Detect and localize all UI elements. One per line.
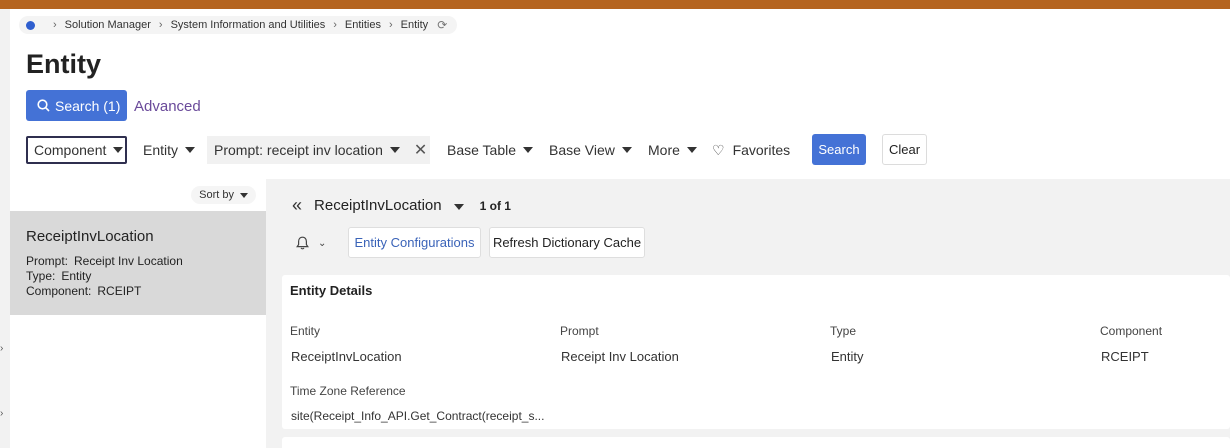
heart-icon: ♡ bbox=[712, 141, 725, 158]
prompt-value: Receipt Inv Location bbox=[74, 254, 183, 268]
chevron-right-icon[interactable]: › bbox=[0, 343, 3, 354]
chevron-down-icon bbox=[389, 147, 400, 153]
time-zone-reference-label: Time Zone Reference bbox=[290, 384, 406, 398]
list-item[interactable]: ReceiptInvLocation Prompt: Receipt Inv Lo… bbox=[10, 211, 266, 315]
entity-configurations-button[interactable]: Entity Configurations bbox=[348, 227, 481, 258]
component-value: RCEIPT bbox=[97, 284, 142, 298]
chevron-down-icon bbox=[621, 147, 632, 153]
sort-by-button[interactable]: Sort by bbox=[191, 186, 256, 204]
type-field-value: Entity bbox=[831, 349, 864, 364]
prompt-filter[interactable]: Prompt: receipt inv location ✕ bbox=[207, 136, 430, 164]
component-label: Component: bbox=[26, 284, 92, 298]
chevron-down-icon bbox=[686, 147, 697, 153]
more-filter[interactable]: More bbox=[648, 136, 697, 164]
entity-field-label: Entity bbox=[290, 324, 321, 338]
entity-filter[interactable]: Entity bbox=[143, 136, 196, 164]
card-title: Entity Details bbox=[290, 283, 373, 298]
refresh-dictionary-cache-button[interactable]: Refresh Dictionary Cache bbox=[489, 227, 645, 258]
sort-by-label: Sort by bbox=[199, 189, 234, 201]
chevron-right-icon: › bbox=[158, 19, 163, 31]
filter-bar: Component Entity Prompt: receipt inv loc… bbox=[26, 134, 927, 165]
notifications-button[interactable]: ⌄ bbox=[296, 236, 326, 250]
prompt-field-label: Prompt bbox=[560, 324, 599, 338]
double-chevron-left-icon[interactable]: « bbox=[292, 195, 302, 216]
favorites-label: Favorites bbox=[732, 142, 791, 158]
breadcrumb-item[interactable]: Entities bbox=[345, 19, 381, 31]
type-value: Entity bbox=[61, 269, 92, 283]
record-name: ReceiptInvLocation bbox=[314, 197, 442, 214]
top-accent-bar bbox=[0, 0, 1230, 9]
base-view-filter-label: Base View bbox=[549, 142, 615, 158]
chevron-down-icon bbox=[523, 147, 534, 153]
record-name-dropdown[interactable]: ReceiptInvLocation bbox=[314, 197, 464, 214]
bell-icon bbox=[296, 236, 309, 250]
next-card bbox=[282, 437, 1230, 448]
page: › Solution Manager › System Information … bbox=[10, 9, 1230, 448]
component-filter-label: Component bbox=[34, 142, 107, 158]
base-table-filter-label: Base Table bbox=[447, 142, 517, 158]
chevron-down-icon bbox=[453, 204, 464, 210]
chevron-down-icon bbox=[113, 147, 124, 153]
prompt-field-value: Receipt Inv Location bbox=[561, 349, 679, 364]
breadcrumb-item[interactable]: System Information and Utilities bbox=[171, 19, 326, 31]
favorites-button[interactable]: ♡ Favorites bbox=[712, 136, 790, 164]
search-panel-button[interactable]: Search (1) bbox=[26, 90, 127, 121]
side-nav-strip: › › bbox=[0, 330, 10, 448]
chevron-right-icon[interactable]: › bbox=[0, 408, 3, 419]
component-field-value: RCEIPT bbox=[1101, 349, 1149, 364]
prompt-filter-label: Prompt: receipt inv location bbox=[214, 142, 383, 158]
breadcrumb-current: Entity bbox=[400, 19, 429, 31]
refresh-icon[interactable]: ⟳ bbox=[437, 18, 447, 32]
chevron-down-icon bbox=[185, 147, 196, 153]
breadcrumb-item[interactable]: Solution Manager bbox=[65, 19, 151, 31]
base-table-filter[interactable]: Base Table bbox=[447, 136, 534, 164]
page-title: Entity bbox=[26, 49, 102, 79]
entity-filter-label: Entity bbox=[143, 142, 179, 158]
chevron-down-icon: ⌄ bbox=[318, 237, 327, 249]
type-label: Type: bbox=[26, 269, 56, 283]
list-item-prompt: Prompt: Receipt Inv Location bbox=[26, 254, 183, 268]
type-field-label: Type bbox=[830, 324, 857, 338]
chevron-right-icon: › bbox=[389, 19, 393, 31]
time-zone-reference-value: site(Receipt_Info_API.Get_Contract(recei… bbox=[291, 409, 545, 423]
magnifier-icon bbox=[37, 99, 50, 112]
advanced-search-link[interactable]: Advanced bbox=[134, 98, 201, 115]
list-item-type: Type: Entity bbox=[26, 269, 91, 283]
search-panel-label: Search (1) bbox=[55, 97, 121, 114]
component-filter[interactable]: Component bbox=[26, 136, 127, 164]
search-button[interactable]: Search bbox=[812, 134, 866, 165]
component-field-label: Component bbox=[1100, 324, 1163, 338]
entity-field-value: ReceiptInvLocation bbox=[291, 349, 402, 364]
breadcrumb: › Solution Manager › System Information … bbox=[19, 16, 458, 34]
home-dot-icon[interactable] bbox=[26, 20, 35, 30]
more-filter-label: More bbox=[648, 142, 680, 158]
header-area: › Solution Manager › System Information … bbox=[10, 9, 1230, 179]
results-list-panel: Sort by ReceiptInvLocation Prompt: Receip… bbox=[10, 179, 266, 448]
chevron-right-icon: › bbox=[333, 19, 337, 31]
entity-details-card: Entity Details Entity ReceiptInvLocation… bbox=[282, 275, 1230, 429]
prompt-label: Prompt: bbox=[26, 254, 69, 268]
record-selector: « ReceiptInvLocation 1 of 1 bbox=[292, 195, 511, 216]
clear-button[interactable]: Clear bbox=[882, 134, 927, 165]
chevron-down-icon bbox=[240, 192, 248, 198]
record-count: 1 of 1 bbox=[479, 198, 511, 213]
list-item-title: ReceiptInvLocation bbox=[26, 228, 154, 245]
base-view-filter[interactable]: Base View bbox=[549, 136, 632, 164]
close-icon[interactable]: ✕ bbox=[414, 140, 427, 160]
chevron-right-icon: › bbox=[53, 19, 57, 31]
list-item-component: Component: RCEIPT bbox=[26, 284, 141, 298]
